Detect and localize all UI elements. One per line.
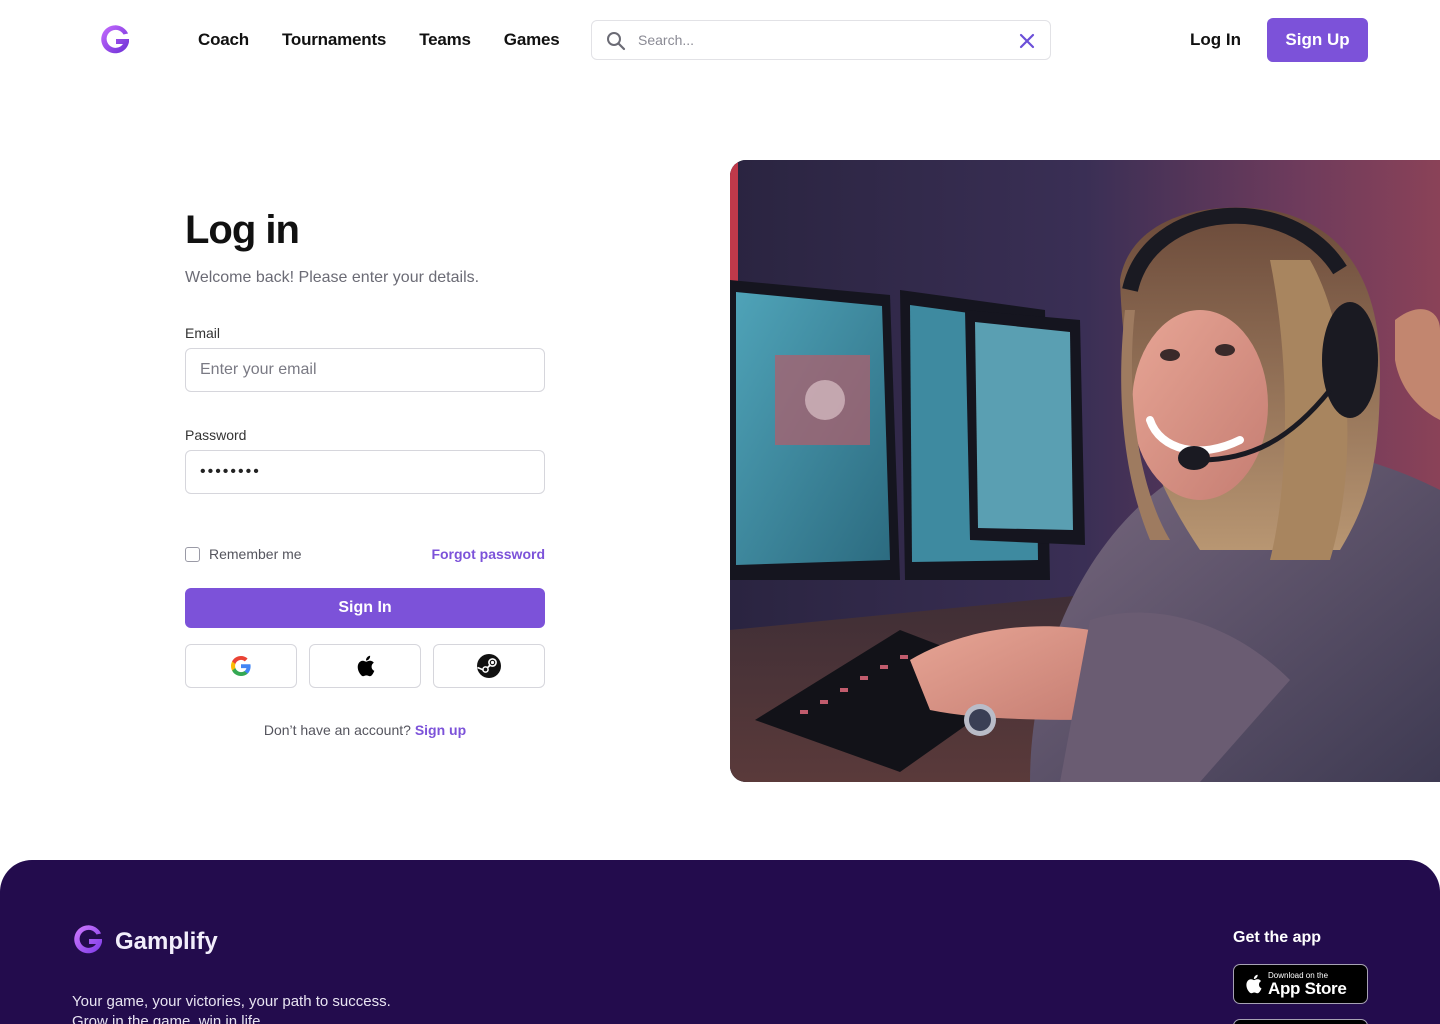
footer-brand-name: Gamplify bbox=[115, 928, 218, 955]
search-input[interactable] bbox=[638, 30, 998, 50]
steam-icon bbox=[477, 654, 501, 678]
app-store-badge[interactable]: Download on the App Store bbox=[1233, 964, 1368, 1004]
clear-search-icon[interactable] bbox=[1018, 32, 1036, 50]
apple-logo-icon bbox=[1246, 974, 1262, 994]
no-account-text: Don’t have an account? bbox=[263, 722, 411, 738]
footer-tagline-line-2: Grow in the game, win in life. bbox=[72, 1013, 265, 1024]
header-login-link[interactable]: Log In bbox=[1190, 30, 1241, 50]
apple-icon bbox=[357, 655, 375, 677]
nav-games[interactable]: Games bbox=[504, 30, 560, 50]
header-signup-button[interactable]: Sign Up bbox=[1267, 18, 1368, 62]
nav-coach[interactable]: Coach bbox=[198, 30, 249, 50]
gamplify-footer-logo-icon[interactable] bbox=[72, 924, 104, 956]
get-the-app-heading: Get the app bbox=[1233, 929, 1322, 946]
nav-teams[interactable]: Teams bbox=[419, 30, 471, 50]
second-store-badge[interactable] bbox=[1233, 1019, 1368, 1024]
no-account-line: Don’t have an account? Sign up bbox=[185, 721, 545, 739]
main-nav: Coach Tournaments Teams Games bbox=[198, 30, 560, 50]
footer-tagline-line-1: Your game, your victories, your path to … bbox=[72, 993, 391, 1010]
remember-checkbox[interactable] bbox=[185, 546, 200, 562]
google-icon bbox=[231, 656, 251, 676]
gamer-photo-illustration bbox=[730, 160, 1440, 782]
email-label: Email bbox=[185, 325, 221, 341]
apple-signin-button[interactable] bbox=[309, 644, 421, 688]
site-footer: Gamplify Your game, your victories, your… bbox=[0, 860, 1440, 1024]
remember-label: Remember me bbox=[209, 546, 302, 562]
search-icon bbox=[607, 32, 626, 51]
google-signin-button[interactable] bbox=[185, 644, 297, 688]
nav-tournaments[interactable]: Tournaments bbox=[282, 30, 386, 50]
remember-me[interactable]: Remember me bbox=[185, 545, 302, 563]
footer-tagline: Your game, your victories, your path to … bbox=[72, 992, 391, 1024]
gamplify-logo-icon[interactable] bbox=[99, 24, 131, 56]
sign-in-button[interactable]: Sign In bbox=[185, 588, 545, 628]
app-store-big-text: App Store bbox=[1268, 979, 1347, 998]
top-header: Coach Tournaments Teams Games Log In Sig… bbox=[0, 0, 1440, 80]
steam-signin-button[interactable] bbox=[433, 644, 545, 688]
search-bar bbox=[591, 20, 1051, 60]
page-title: Log in bbox=[185, 208, 300, 252]
email-field[interactable] bbox=[185, 348, 545, 392]
page-subtitle: Welcome back! Please enter your details. bbox=[185, 269, 480, 286]
password-label: Password bbox=[185, 427, 247, 443]
signup-link[interactable]: Sign up bbox=[415, 722, 466, 738]
password-field[interactable] bbox=[185, 450, 545, 494]
hero-gamer-image bbox=[730, 160, 1440, 782]
forgot-password-link[interactable]: Forgot password bbox=[431, 545, 545, 563]
